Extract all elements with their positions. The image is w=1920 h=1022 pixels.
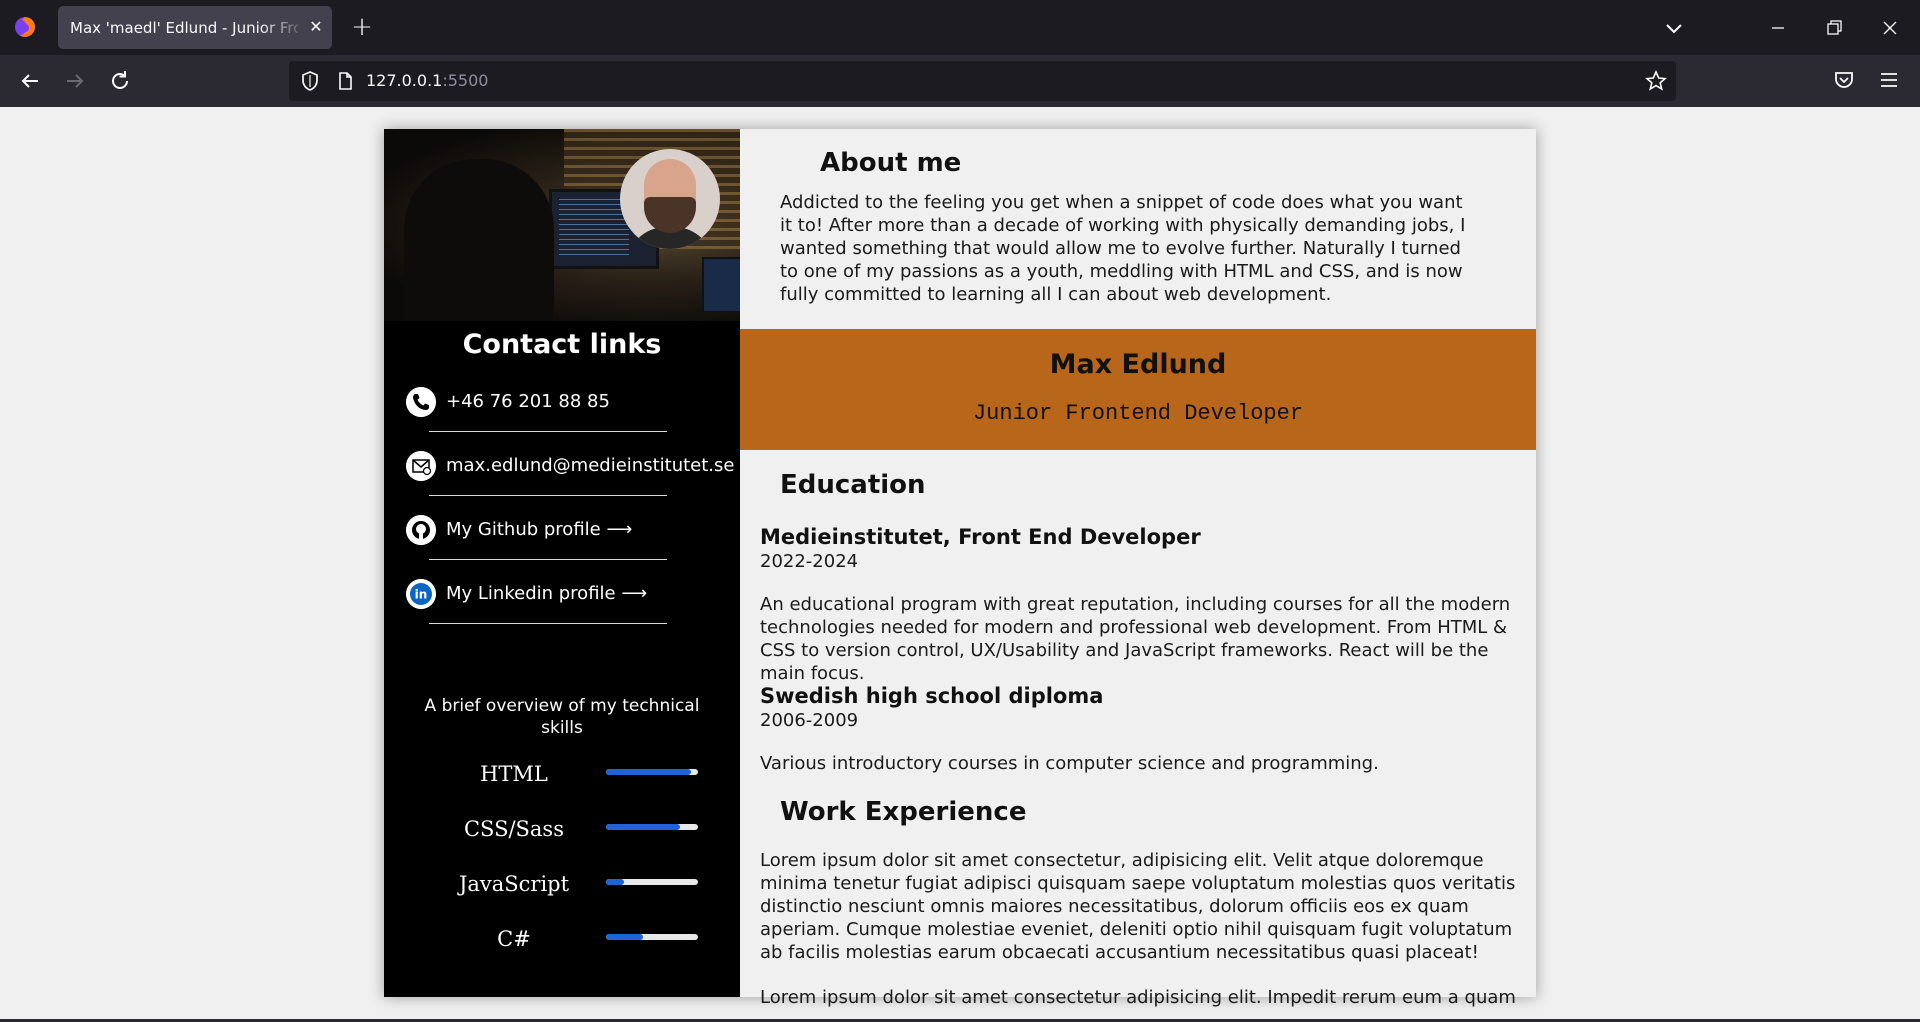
- contact-email[interactable]: max.edlund@medieinstitutet.se: [406, 447, 736, 487]
- skills-intro: A brief overview of my technical skills: [424, 696, 700, 738]
- tab-title-fade: [258, 6, 308, 49]
- reload-icon[interactable]: [106, 67, 134, 95]
- education-item-heading: Medieinstitutet, Front End Developer: [760, 525, 1201, 549]
- education-heading: Education: [780, 470, 926, 500]
- url-text[interactable]: 127.0.0.1:5500: [366, 71, 488, 90]
- url-bar[interactable]: 127.0.0.1:5500: [289, 61, 1676, 101]
- svg-text:in: in: [415, 588, 428, 602]
- page-viewport: Contact links +46 76 201 88 85 max.edlun…: [0, 107, 1920, 1022]
- navigation-toolbar: 127.0.0.1:5500: [0, 55, 1920, 107]
- contact-divider: [429, 495, 667, 496]
- shield-icon[interactable]: [299, 70, 321, 92]
- page-info-icon[interactable]: [335, 71, 355, 91]
- skill-fill: [606, 769, 691, 775]
- contact-divider: [429, 431, 667, 432]
- work-text: Lorem ipsum dolor sit amet consectetur, …: [760, 850, 1516, 963]
- hero-code-lines: [559, 199, 629, 259]
- skill-bar-css: [606, 824, 698, 830]
- contact-links-heading: Contact links: [462, 329, 662, 360]
- name-banner: Max Edlund Junior Frontend Developer: [740, 329, 1536, 450]
- sidebar: Contact links +46 76 201 88 85 max.edlun…: [384, 129, 740, 997]
- contact-github[interactable]: My Github profile ⟶: [406, 511, 736, 551]
- contact-divider: [429, 623, 667, 624]
- back-icon[interactable]: [16, 67, 44, 95]
- contact-linkedin[interactable]: in My Linkedin profile ⟶: [406, 575, 736, 615]
- avatar-beard: [644, 197, 696, 233]
- phone-icon: [406, 387, 436, 417]
- education-item-years: 2022-2024: [760, 551, 859, 572]
- close-tab-icon[interactable]: ✕: [306, 17, 326, 37]
- contact-github-text: My Github profile ⟶: [446, 519, 633, 540]
- skill-bar-javascript: [606, 879, 698, 885]
- skill-fill: [606, 824, 680, 830]
- education-item-text: An educational program with great reputa…: [760, 594, 1511, 684]
- contact-phone-text: +46 76 201 88 85: [446, 391, 610, 412]
- new-tab-icon[interactable]: +: [350, 14, 374, 40]
- work-text-second: Lorem ipsum dolor sit amet consectetur a…: [760, 987, 1516, 1008]
- skill-bar-csharp: [606, 934, 698, 940]
- linkedin-icon: in: [406, 579, 436, 609]
- chevron-down-icon[interactable]: [1662, 16, 1686, 40]
- banner-name: Max Edlund: [1049, 349, 1227, 380]
- hamburger-menu-icon[interactable]: [1877, 68, 1901, 92]
- work-heading: Work Experience: [780, 797, 1027, 827]
- skill-bar-html: [606, 769, 698, 775]
- active-tab[interactable]: Max 'maedl' Edlund - Junior Frontend Dev…: [58, 6, 332, 49]
- skill-name: C#: [497, 927, 531, 951]
- avatar: [620, 149, 720, 249]
- forward-icon[interactable]: [61, 67, 89, 95]
- skill-fill: [606, 934, 643, 940]
- restore-icon[interactable]: [1822, 16, 1846, 40]
- contact-linkedin-text: My Linkedin profile ⟶: [446, 583, 648, 604]
- firefox-logo-icon[interactable]: [14, 16, 36, 38]
- hero-monitor-secondary: [702, 257, 740, 313]
- url-port: :5500: [442, 71, 489, 90]
- github-icon: [406, 515, 436, 545]
- minimize-icon[interactable]: [1766, 18, 1790, 38]
- main-content: About me Addicted to the feeling you get…: [740, 129, 1536, 1008]
- pocket-icon[interactable]: [1832, 68, 1856, 92]
- tab-bar: Max 'maedl' Edlund - Junior Frontend Dev…: [0, 0, 1920, 55]
- contact-email-text: max.edlund@medieinstitutet.se: [446, 455, 735, 476]
- about-text: Addicted to the feeling you get when a s…: [780, 192, 1466, 305]
- education-item-years: 2006-2009: [760, 710, 859, 731]
- skill-name: CSS/Sass: [463, 817, 564, 841]
- bookmark-star-icon[interactable]: [1645, 70, 1667, 92]
- skill-fill: [606, 879, 625, 885]
- email-icon: [406, 451, 436, 481]
- education-item-text: Various introductory courses in computer…: [760, 753, 1379, 774]
- skill-name: HTML: [480, 762, 548, 786]
- url-host: 127.0.0.1: [366, 71, 443, 90]
- contact-divider: [429, 559, 667, 560]
- contact-phone[interactable]: +46 76 201 88 85: [406, 383, 736, 423]
- hero-person-silhouette: [404, 159, 554, 321]
- education-item-heading: Swedish high school diploma: [760, 684, 1104, 708]
- hero-image: [384, 129, 740, 321]
- banner-role: Junior Frontend Developer: [972, 401, 1304, 426]
- skill-name: JavaScript: [458, 872, 570, 896]
- close-window-icon[interactable]: [1878, 16, 1902, 40]
- about-heading: About me: [820, 148, 962, 178]
- cv-card: Contact links +46 76 201 88 85 max.edlun…: [384, 129, 1536, 1008]
